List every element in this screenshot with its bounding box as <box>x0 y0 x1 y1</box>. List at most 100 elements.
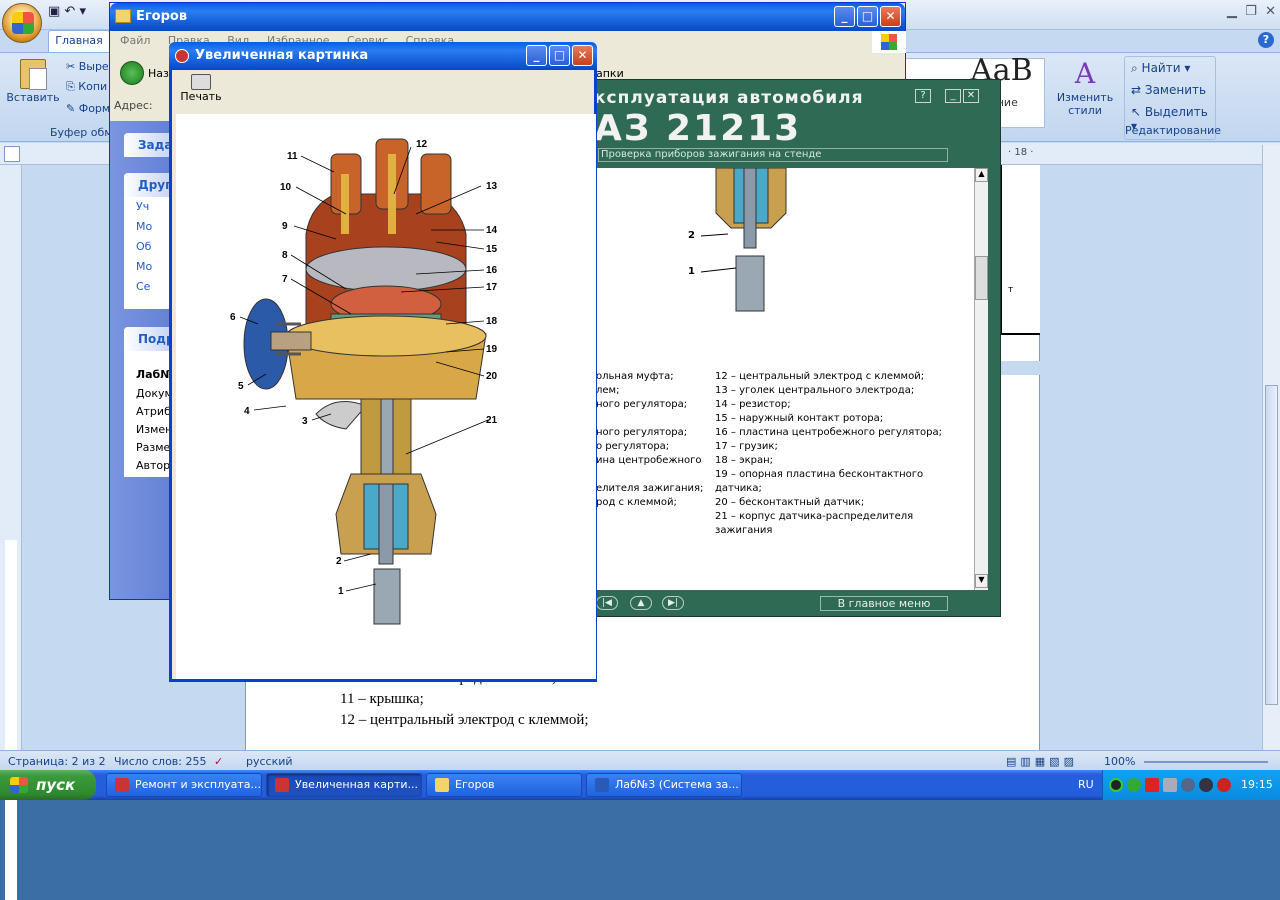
tab-selector[interactable] <box>4 146 20 162</box>
usb-icon[interactable] <box>1163 778 1177 792</box>
minimize-button[interactable]: _ <box>945 89 961 103</box>
copy-button[interactable]: ⎘ Копи <box>66 77 107 97</box>
status-words[interactable]: Число слов: 255 <box>114 755 207 768</box>
find-button[interactable]: ⌕ Найти ▾ <box>1131 61 1190 76</box>
document-scrollbar[interactable] <box>1262 145 1280 750</box>
distributor-lower-image <box>700 168 787 312</box>
format-painter-button[interactable]: ✎ Форм <box>66 99 110 119</box>
vertical-ruler[interactable] <box>0 165 22 900</box>
cut-button[interactable]: ✂ Выре <box>66 57 109 77</box>
app-icon <box>115 778 129 792</box>
clock[interactable]: 19:15 <box>1241 778 1273 791</box>
callout: 11 <box>287 151 298 162</box>
scroll-thumb[interactable] <box>975 256 988 300</box>
tab-home[interactable]: Главная <box>48 30 110 52</box>
status-language[interactable]: русский <box>246 755 293 768</box>
panel-title[interactable]: Задач <box>124 133 181 157</box>
status-page[interactable]: Страница: 2 из 2 <box>8 755 106 768</box>
panel-title[interactable]: Други <box>124 173 180 197</box>
callout: 9 <box>282 221 288 232</box>
callout: 18 <box>486 316 498 327</box>
spellcheck-icon[interactable]: ✓ <box>214 755 223 768</box>
legend-line: ольная муфта; <box>596 371 674 382</box>
format-label: Форм <box>78 102 111 115</box>
legend-line: 14 – резистор; <box>715 399 791 410</box>
help-icon[interactable]: ? <box>1258 32 1274 48</box>
zoom-slider[interactable] <box>1144 761 1268 763</box>
app-icon <box>175 49 189 63</box>
tray-app-icon[interactable] <box>1199 778 1213 792</box>
close-button[interactable]: ✕ <box>880 6 901 27</box>
start-button[interactable]: пуск <box>0 770 96 800</box>
print-button[interactable]: Печать <box>176 74 226 112</box>
taskbar-item[interactable]: Ремонт и эксплуата... <box>106 773 262 797</box>
program-title: ксплуатация автомобиля <box>594 88 864 108</box>
callout: 16 <box>486 265 498 276</box>
maximize-button[interactable]: □ <box>549 45 570 66</box>
view-buttons[interactable]: ▤▥▦▧▨ <box>1006 755 1078 768</box>
windows-logo <box>872 31 906 53</box>
legend-line: род с клеммой; <box>596 497 677 508</box>
select-label: Выделить <box>1144 105 1208 119</box>
clipboard-icon <box>20 59 47 90</box>
taskbar-item[interactable]: Лаб№3 (Система за... <box>586 773 742 797</box>
office-button[interactable] <box>2 3 42 43</box>
word-window-controls[interactable]: ▁ ❐ ✕ <box>1227 4 1276 19</box>
help-button[interactable]: ? <box>915 89 931 103</box>
list-item[interactable]: Мо <box>124 217 172 237</box>
legend-line: 21 – корпус датчика-распределителя <box>715 511 914 522</box>
list-item[interactable]: Об <box>124 237 172 257</box>
program-content: 2 1 ольная муфта; лем; ного регулятора; … <box>596 168 974 590</box>
callout: 15 <box>486 244 498 255</box>
up-button[interactable]: ▲ <box>630 596 652 610</box>
list-item[interactable]: Се <box>124 277 172 297</box>
change-styles-button[interactable]: A Изменить стили <box>1055 57 1115 127</box>
replace-button[interactable]: ⇄ Заменить <box>1131 83 1206 97</box>
detail-item: Лаб№ <box>136 368 172 381</box>
language-indicator[interactable]: RU <box>1078 778 1094 791</box>
scroll-thumb[interactable] <box>1265 385 1278 705</box>
zoom-title-bar[interactable]: Увеличенная картинка _ □ ✕ <box>169 42 597 70</box>
main-menu-button[interactable]: В главное меню <box>820 596 948 611</box>
find-label: Найти <box>1141 61 1181 75</box>
close-button[interactable]: ✕ <box>963 89 979 103</box>
close-button[interactable]: ✕ <box>572 45 593 66</box>
quick-access-toolbar[interactable]: ▣ ↶ ▾ <box>48 4 118 24</box>
callout: 7 <box>282 274 288 285</box>
antivirus-icon[interactable] <box>1127 778 1141 792</box>
copy-label: Копи <box>78 80 108 93</box>
paste-button[interactable]: Вставить <box>6 57 60 121</box>
security-icon[interactable] <box>1217 778 1231 792</box>
network-icon[interactable] <box>1109 778 1123 792</box>
legend-line: датчика; <box>715 483 762 494</box>
first-page-button[interactable]: |◀ <box>596 596 618 610</box>
sound-icon[interactable] <box>1181 778 1195 792</box>
list-item[interactable]: Уч <box>124 197 172 217</box>
tasks-panel[interactable]: Задач <box>124 133 181 157</box>
callout: 4 <box>244 406 250 417</box>
taskbar-item[interactable]: Увеличенная карти... <box>266 773 422 797</box>
next-page-button[interactable]: ▶| <box>662 596 684 610</box>
part-label: 1 <box>688 266 695 277</box>
word-icon <box>595 778 609 792</box>
scroll-up-icon[interactable]: ▲ <box>975 168 988 182</box>
scroll-down-icon[interactable]: ▼ <box>975 574 988 588</box>
change-styles-label: Изменить стили <box>1056 91 1114 117</box>
ati-icon[interactable] <box>1145 778 1159 792</box>
back-button[interactable] <box>120 61 144 85</box>
minimize-button[interactable]: _ <box>526 45 547 66</box>
panel-title[interactable]: Подро <box>124 327 183 351</box>
change-styles-icon: A <box>1074 57 1096 90</box>
explorer-title: Егоров <box>136 9 188 24</box>
callout: 8 <box>282 250 288 261</box>
taskbar-item-label: Ремонт и эксплуата... <box>135 778 262 791</box>
zoom-level[interactable]: 100% <box>1104 755 1135 768</box>
maximize-button[interactable]: □ <box>857 6 878 27</box>
callout: 5 <box>238 381 244 392</box>
explorer-title-bar[interactable]: Егоров _ □ ✕ <box>110 3 905 31</box>
content-scrollbar[interactable]: ▲ ▼ <box>974 168 988 590</box>
list-item[interactable]: Мо <box>124 257 172 277</box>
minimize-button[interactable]: _ <box>834 6 855 27</box>
taskbar-item[interactable]: Егоров <box>426 773 582 797</box>
distributor-drawing: 11 12 10 13 9 14 15 8 16 7 17 6 18 19 5 … <box>230 138 498 625</box>
